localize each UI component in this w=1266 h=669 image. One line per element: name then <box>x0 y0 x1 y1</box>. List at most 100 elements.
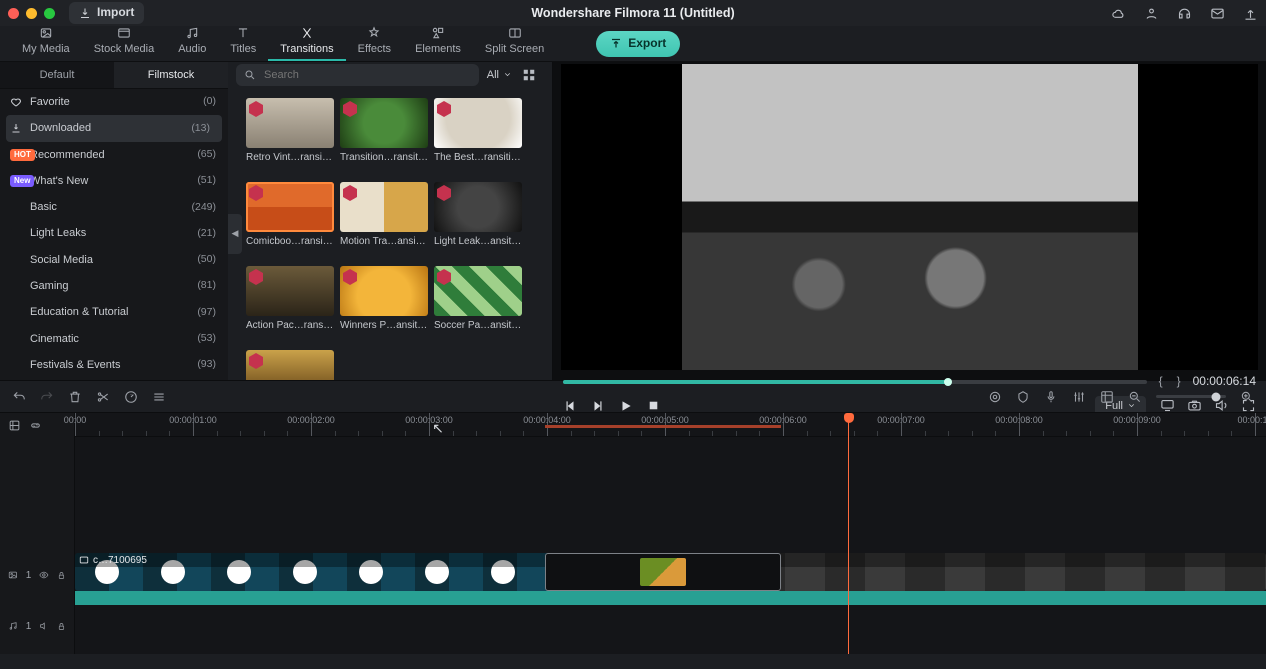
audio-track[interactable] <box>75 635 1266 654</box>
lock-icon[interactable] <box>57 570 66 581</box>
mark-in-button[interactable]: { <box>1157 374 1165 390</box>
search-input-wrapper[interactable] <box>236 64 479 86</box>
mark-out-button[interactable]: } <box>1175 374 1183 390</box>
close-window-icon[interactable] <box>8 8 19 19</box>
zoom-knob[interactable] <box>1212 392 1221 401</box>
category-item[interactable]: Downloaded(13) <box>6 115 222 141</box>
transition-thumb[interactable]: Action Pac…ransition 1 <box>246 266 334 332</box>
category-item[interactable]: Favorite(0) <box>0 89 228 115</box>
transition-thumb[interactable]: The Best…ransition 03 <box>434 98 522 164</box>
speaker-icon[interactable] <box>39 620 49 632</box>
category-item[interactable]: Festivals & Events(93) <box>0 352 228 378</box>
menu-icon[interactable] <box>152 390 166 404</box>
transition-thumb[interactable]: Motion Tra…ansition 01 <box>340 182 428 248</box>
grid-view-icon[interactable] <box>522 68 536 82</box>
redo-icon[interactable] <box>40 390 54 404</box>
tab-audio[interactable]: Audio <box>166 24 218 61</box>
delete-icon[interactable] <box>68 390 82 404</box>
split-icon[interactable] <box>96 390 110 404</box>
tab-elements[interactable]: Elements <box>403 24 473 61</box>
voiceover-icon[interactable] <box>1044 390 1058 404</box>
browser-panel: Default Filmstock All Favorite(0)Downlo <box>0 62 553 380</box>
speed-icon[interactable] <box>124 390 138 404</box>
render-icon[interactable] <box>1100 390 1114 404</box>
category-item[interactable]: Basic(249) <box>0 194 228 220</box>
subtab-filmstock[interactable]: Filmstock <box>114 62 228 88</box>
filter-dropdown[interactable]: All <box>487 68 512 82</box>
category-item[interactable]: Light Leaks(21) <box>0 220 228 246</box>
transition-thumb[interactable]: Light Leak…ansition 11 <box>434 182 522 248</box>
zoom-in-icon[interactable] <box>1240 390 1254 404</box>
linked-audio-strip[interactable] <box>75 591 1266 605</box>
category-item[interactable]: HOTRecommended(65) <box>0 142 228 168</box>
tab-stock-media[interactable]: Stock Media <box>82 24 167 61</box>
scrub-knob[interactable] <box>944 378 952 386</box>
marker-icon[interactable] <box>1016 390 1030 404</box>
playhead[interactable] <box>848 413 849 654</box>
stop-icon[interactable] <box>647 399 660 412</box>
category-list[interactable]: Favorite(0)Downloaded(13)HOTRecommended(… <box>0 88 228 380</box>
video-track-header[interactable]: 1 <box>0 553 74 597</box>
play-icon[interactable] <box>619 399 633 413</box>
tab-effects[interactable]: Effects <box>346 24 403 61</box>
mixer-icon[interactable] <box>1072 390 1086 404</box>
transition-thumb[interactable]: Soccer Pa…ansition 02 <box>434 266 522 332</box>
undo-icon[interactable] <box>12 390 26 404</box>
transition-thumb[interactable]: Transition…ransition 14 <box>340 98 428 164</box>
search-input[interactable] <box>262 68 471 82</box>
step-forward-icon[interactable] <box>591 399 605 413</box>
zoom-slider[interactable] <box>1156 395 1226 398</box>
transition-thumb[interactable]: Comicboo…ransition 2 <box>246 182 334 248</box>
export-button[interactable]: Export <box>596 31 680 57</box>
step-back-icon[interactable] <box>563 399 577 413</box>
tab-my-media[interactable]: My Media <box>10 24 82 61</box>
category-item[interactable]: Cinematic(53) <box>0 326 228 352</box>
account-icon[interactable] <box>1144 6 1159 21</box>
transition-thumb[interactable]: Retro Vint…ransition 01 <box>246 98 334 164</box>
mail-icon[interactable] <box>1210 6 1225 21</box>
transition-thumb[interactable]: Thanksgivi…nsition 05 <box>246 350 334 380</box>
download-icon <box>10 122 22 134</box>
preview-scrub-bar[interactable] <box>563 380 1147 384</box>
time-ruler[interactable]: 00:0000:00:01:0000:00:02:0000:00:03:0000… <box>75 413 1266 437</box>
timeline-body[interactable]: 00:0000:00:01:0000:00:02:0000:00:03:0000… <box>75 413 1266 654</box>
auto-ripple-icon[interactable] <box>988 390 1002 404</box>
tab-titles[interactable]: Titles <box>218 24 268 61</box>
eye-icon[interactable] <box>39 569 49 581</box>
category-item[interactable]: NewWhat's New(51) <box>0 168 228 194</box>
import-button[interactable]: Import <box>69 2 144 24</box>
preview-viewport[interactable] <box>561 64 1258 370</box>
heart-icon <box>10 96 22 108</box>
fit-icon[interactable] <box>8 419 21 432</box>
collapse-sidebar-button[interactable]: ◀ <box>228 214 242 254</box>
download-icon <box>79 7 91 19</box>
preview-frame <box>682 64 1138 370</box>
headset-icon[interactable] <box>1177 6 1192 21</box>
category-item[interactable]: Social Media(50) <box>0 247 228 273</box>
category-item[interactable]: Gaming(81) <box>0 273 228 299</box>
tab-split-screen[interactable]: Split Screen <box>473 24 556 61</box>
tab-transitions[interactable]: Transitions <box>268 24 345 61</box>
main-area: Default Filmstock All Favorite(0)Downlo <box>0 62 1266 380</box>
transition-clip[interactable] <box>545 553 781 591</box>
lock-icon[interactable] <box>57 621 66 632</box>
transition-thumb[interactable]: Winners P…ansition 04 <box>340 266 428 332</box>
zoom-out-icon[interactable] <box>1128 390 1142 404</box>
category-item[interactable]: Education & Tutorial(97) <box>0 299 228 325</box>
category-label: Education & Tutorial <box>30 305 128 319</box>
browser-header: Default Filmstock All <box>0 62 552 88</box>
upload-icon[interactable] <box>1243 6 1258 21</box>
tracks-area[interactable]: c…7100695 tree-7101858 <box>75 437 1266 654</box>
zoom-window-icon[interactable] <box>44 8 55 19</box>
cloud-icon[interactable] <box>1111 6 1126 21</box>
transition-grid[interactable]: Retro Vint…ransition 01Transition…ransit… <box>228 88 552 380</box>
category-item[interactable]: Family & Friends(22) <box>0 378 228 380</box>
browser-body: Favorite(0)Downloaded(13)HOTRecommended(… <box>0 88 552 380</box>
link-icon[interactable] <box>29 419 42 432</box>
tab-label: My Media <box>22 42 70 56</box>
minimize-window-icon[interactable] <box>26 8 37 19</box>
image-icon <box>79 555 89 565</box>
stock-media-icon <box>116 26 132 40</box>
subtab-default[interactable]: Default <box>0 62 114 88</box>
audio-track-header[interactable]: 1 <box>0 611 74 641</box>
